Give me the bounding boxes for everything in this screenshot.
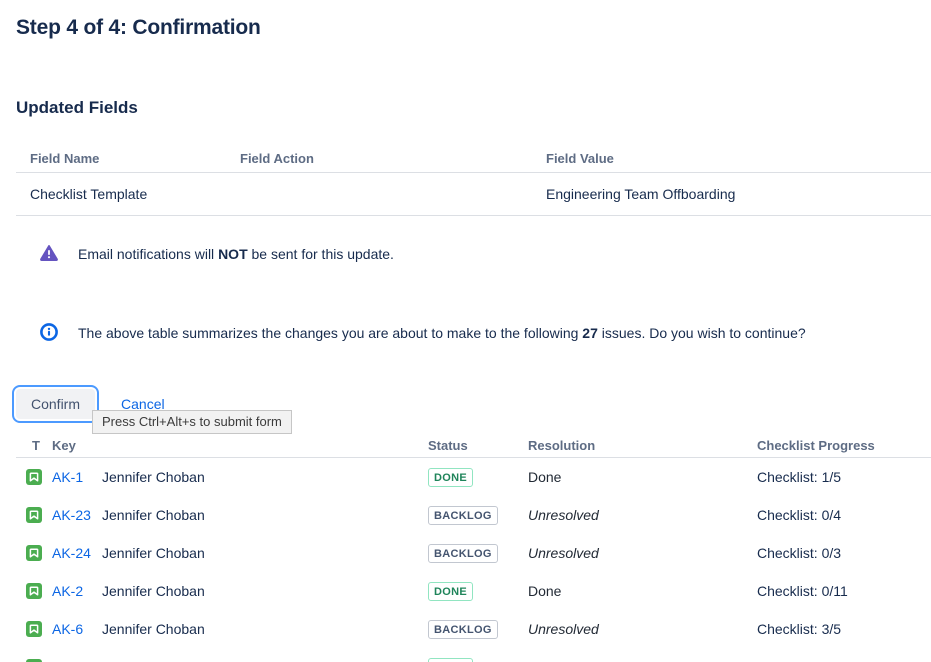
story-icon (26, 583, 42, 599)
issue-key-link[interactable]: AK-2 (52, 583, 83, 599)
field-name-header: Field Name (30, 151, 240, 166)
divider (16, 215, 931, 216)
field-value-header: Field Value (546, 151, 915, 166)
submit-shortcut-tooltip: Press Ctrl+Alt+s to submit form (92, 410, 292, 434)
resolution-value: Done (528, 583, 757, 599)
issue-row: AK-28 Jennifer Choban DONE Done Checklis… (0, 648, 931, 662)
summary-info-text: The above table summarizes the changes y… (78, 324, 806, 342)
checklist-progress: Checklist: 0/3 (757, 545, 923, 561)
story-icon (26, 621, 42, 637)
resolution-value: Unresolved (528, 545, 757, 561)
checklist-progress: Checklist: 0/4 (757, 507, 923, 523)
issue-row: AK-24 Jennifer Choban BACKLOG Unresolved… (0, 534, 931, 572)
issue-row: AK-1 Jennifer Choban DONE Done Checklist… (0, 458, 931, 496)
email-warning-text: Email notifications will NOT be sent for… (78, 245, 394, 263)
info-circle-icon (40, 323, 58, 341)
checklist-progress: Checklist: 3/5 (757, 621, 923, 637)
updated-fields-heading: Updated Fields (0, 98, 931, 118)
resolution-column-header: Resolution (528, 438, 757, 453)
issue-assignee: Jennifer Choban (102, 469, 428, 485)
field-value-cell: Engineering Team Offboarding (546, 186, 915, 202)
issue-row: AK-2 Jennifer Choban DONE Done Checklist… (0, 572, 931, 610)
status-badge: DONE (428, 658, 473, 662)
checklist-progress-column-header: Checklist Progress (757, 438, 923, 453)
story-icon (26, 545, 42, 561)
status-column-header: Status (428, 438, 528, 453)
resolution-value: Done (528, 469, 757, 485)
issue-key-link[interactable]: AK-24 (52, 545, 91, 561)
issue-key-link[interactable]: AK-23 (52, 507, 91, 523)
updated-fields-table: Field Name Field Action Field Value Chec… (0, 144, 931, 216)
confirm-button[interactable]: Confirm (16, 389, 95, 419)
issue-assignee: Jennifer Choban (102, 583, 428, 599)
updated-fields-header-row: Field Name Field Action Field Value (0, 144, 931, 172)
issues-table-body: AK-1 Jennifer Choban DONE Done Checklist… (0, 458, 931, 662)
issue-assignee: Jennifer Choban (102, 507, 428, 523)
issue-assignee: Jennifer Choban (102, 621, 428, 637)
status-badge: BACKLOG (428, 506, 498, 525)
status-badge: BACKLOG (428, 620, 498, 639)
issues-table-header-row: T Key Status Resolution Checklist Progre… (0, 433, 931, 457)
field-action-header: Field Action (240, 151, 546, 166)
resolution-value: Unresolved (528, 507, 757, 523)
email-warning-notice: Email notifications will NOT be sent for… (0, 245, 931, 263)
key-column-header: Key (52, 438, 102, 453)
issue-assignee: Jennifer Choban (102, 545, 428, 561)
issues-table: T Key Status Resolution Checklist Progre… (0, 433, 931, 662)
issue-row: AK-23 Jennifer Choban BACKLOG Unresolved… (0, 496, 931, 534)
field-name-cell: Checklist Template (30, 186, 240, 202)
status-badge: DONE (428, 468, 473, 487)
page-title: Step 4 of 4: Confirmation (0, 16, 931, 40)
checklist-progress: Checklist: 1/5 (757, 469, 923, 485)
checklist-progress: Checklist: 0/11 (757, 583, 923, 599)
issue-key-link[interactable]: AK-6 (52, 621, 83, 637)
issue-key-link[interactable]: AK-1 (52, 469, 83, 485)
bulk-edit-confirmation-page: Step 4 of 4: Confirmation Updated Fields… (0, 0, 931, 662)
resolution-value: Unresolved (528, 621, 757, 637)
updated-fields-row: Checklist Template Engineering Team Offb… (0, 173, 931, 215)
warning-triangle-icon (40, 244, 58, 262)
story-icon (26, 507, 42, 523)
status-badge: BACKLOG (428, 544, 498, 563)
status-badge: DONE (428, 582, 473, 601)
issue-row: AK-6 Jennifer Choban BACKLOG Unresolved … (0, 610, 931, 648)
summary-info-notice: The above table summarizes the changes y… (0, 324, 931, 342)
story-icon (26, 469, 42, 485)
type-column-header: T (26, 438, 52, 453)
